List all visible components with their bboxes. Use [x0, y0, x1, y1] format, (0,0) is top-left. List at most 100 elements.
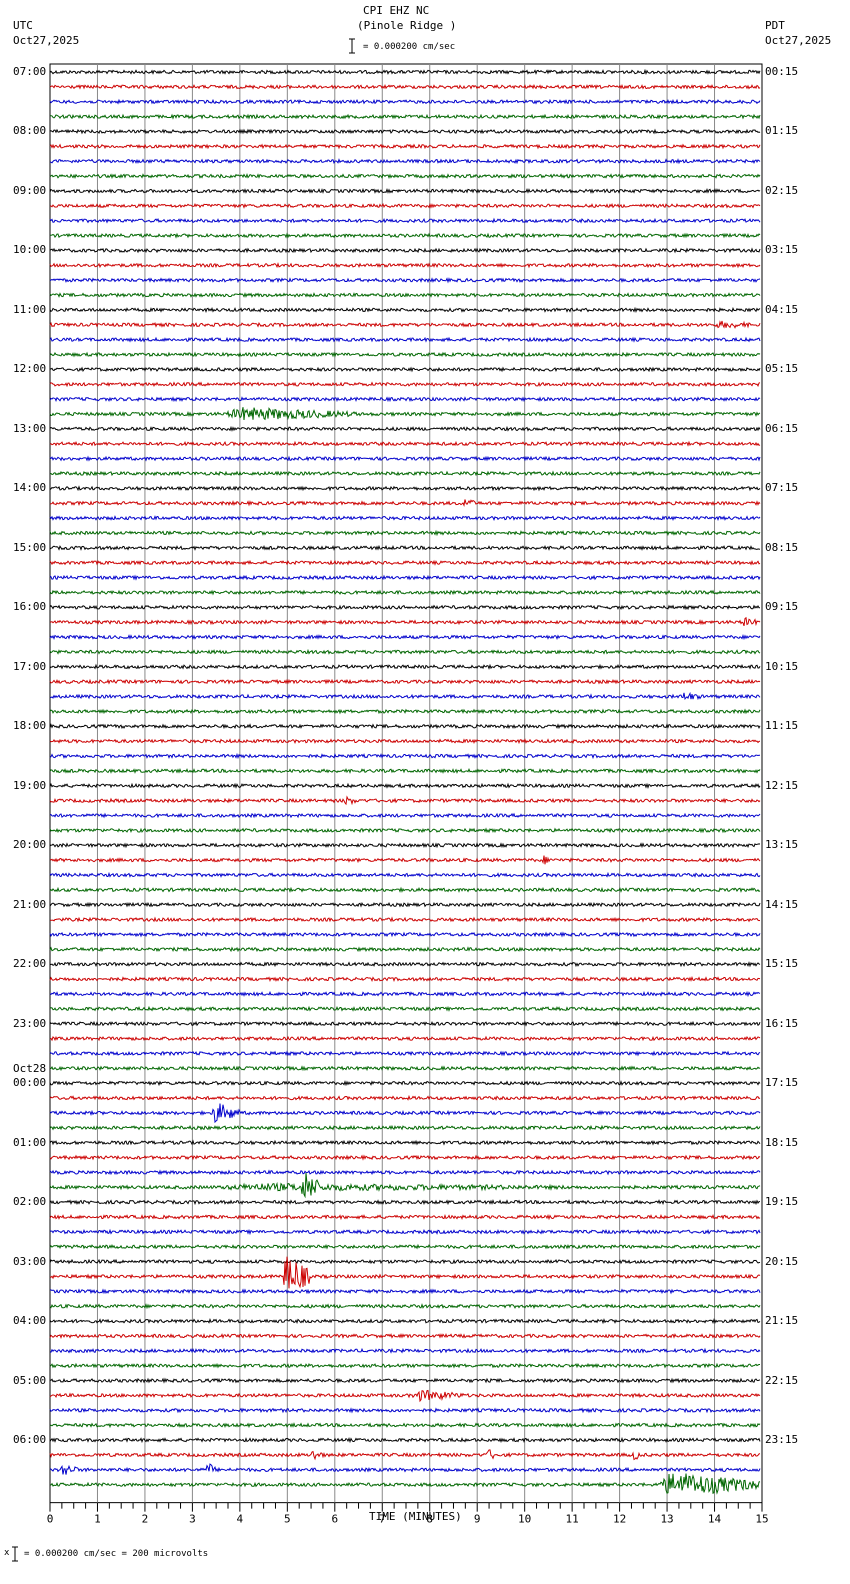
- x-tick-label: 3: [189, 1513, 196, 1526]
- seismic-trace: [49, 128, 761, 135]
- utc-hour-label: 03:00: [13, 1254, 47, 1268]
- seismic-trace: [49, 98, 761, 105]
- seismic-trace: [49, 559, 761, 566]
- seismic-trace: [49, 976, 761, 983]
- date-change-label: Oct28: [13, 1062, 47, 1076]
- seismic-trace: [49, 1139, 761, 1146]
- seismic-trace: [49, 1422, 761, 1429]
- pdt-hour-label: 17:15: [765, 1076, 799, 1090]
- utc-hour-label: 12:00: [13, 362, 47, 376]
- utc-hour-label: 14:00: [13, 481, 47, 495]
- seismogram-plot: 0 1 2 3 4 5 6 7 8 9 10 11 12 13 14 15: [12, 38, 769, 1562]
- x-tick-label: 12: [613, 1513, 626, 1526]
- utc-hour-label: 20:00: [13, 838, 47, 852]
- utc-hour-label: 09:00: [13, 183, 47, 197]
- pdt-hour-label: 06:15: [765, 421, 799, 435]
- x-tick-label: 5: [284, 1513, 291, 1526]
- seismic-trace: [49, 812, 761, 819]
- pdt-hour-label: 08:15: [765, 540, 799, 554]
- seismic-trace: [49, 306, 761, 314]
- seismic-trace: [49, 1005, 761, 1012]
- seismic-trace: [49, 574, 761, 581]
- seismic-trace: [49, 1094, 761, 1101]
- seismic-trace: [49, 485, 761, 492]
- pdt-hour-label: 20:15: [765, 1254, 799, 1268]
- seismic-trace: [49, 455, 761, 462]
- seismic-trace: [49, 827, 761, 834]
- utc-hour-label: 06:00: [13, 1433, 47, 1447]
- utc-hour-label: 18:00: [13, 719, 47, 733]
- seismic-trace: [49, 396, 761, 403]
- x-tick-label: 11: [566, 1513, 579, 1526]
- seismic-trace: [49, 1389, 761, 1403]
- seismic-trace: [49, 1154, 761, 1161]
- x-tick-label: 8: [426, 1513, 433, 1526]
- seismic-trace: [49, 691, 761, 701]
- seismic-trace: [50, 113, 761, 120]
- seismic-trace: [49, 1243, 761, 1250]
- pdt-hour-label: 01:15: [765, 124, 799, 138]
- pdt-hour-label: 13:15: [765, 838, 799, 852]
- seismic-trace: [49, 425, 761, 432]
- x-tick-label: 0: [47, 1513, 54, 1526]
- seismic-trace: [49, 1124, 761, 1131]
- seismic-trace: [49, 1303, 761, 1310]
- pdt-hour-label: 05:15: [765, 362, 799, 376]
- seismic-trace: [49, 407, 761, 421]
- seismic-trace: [49, 1362, 760, 1369]
- seismic-trace: [49, 855, 761, 865]
- seismic-trace: [49, 1463, 761, 1475]
- utc-hour-label: 04:00: [13, 1314, 47, 1328]
- utc-hour-label: 17:00: [13, 659, 47, 673]
- plot-frame: [49, 63, 763, 1504]
- seismic-trace: [49, 381, 761, 388]
- seismic-trace: [49, 158, 761, 165]
- pdt-hour-label: 16:15: [765, 1016, 799, 1030]
- seismic-trace: [49, 83, 761, 90]
- seismic-trace: [49, 529, 761, 537]
- seismic-trace: [49, 1199, 760, 1206]
- seismic-trace: [49, 1258, 761, 1265]
- seismic-trace: [49, 604, 760, 611]
- seismic-trace: [49, 589, 761, 596]
- seismic-trace: [49, 187, 761, 194]
- seismic-trace: [49, 901, 761, 908]
- seismic-trace: [49, 616, 761, 627]
- seismic-trace: [49, 723, 761, 730]
- seismic-trace: [49, 1169, 761, 1176]
- x-tick-label: 13: [660, 1513, 673, 1526]
- x-tick-label: 7: [379, 1513, 386, 1526]
- x-tick-label: 15: [755, 1513, 768, 1526]
- seismic-trace: [49, 738, 761, 745]
- seismic-trace: [49, 320, 761, 329]
- seismic-trace: [49, 143, 761, 150]
- pdt-hour-label: 02:15: [765, 183, 799, 197]
- x-tick-label: 14: [708, 1513, 722, 1526]
- x-tick-label: 1: [94, 1513, 101, 1526]
- x-tick-label: 9: [474, 1513, 481, 1526]
- utc-hour-label: 16:00: [13, 600, 47, 614]
- seismic-trace: [49, 663, 761, 670]
- helicorder-chart: CPI EHZ NC (Pinole Ridge ) UTC Oct27,202…: [0, 0, 850, 1584]
- utc-hour-label: 15:00: [13, 540, 47, 554]
- seismic-trace: [49, 440, 761, 447]
- pdt-hour-label: 12:15: [765, 778, 799, 792]
- seismic-trace: [49, 946, 761, 953]
- pdt-hour-label: 11:15: [765, 719, 799, 733]
- seismic-trace: [49, 886, 761, 893]
- seismic-trace: [49, 871, 761, 878]
- seismic-trace: [49, 634, 761, 641]
- seismic-trace: [49, 648, 761, 655]
- utc-hour-label: 23:00: [13, 1016, 47, 1030]
- seismic-trace: [49, 1317, 761, 1325]
- utc-hour-label: 11:00: [13, 302, 47, 316]
- seismic-trace: [49, 172, 761, 180]
- x-tick-label: 6: [331, 1513, 338, 1526]
- seismic-trace: [49, 1020, 761, 1027]
- seismic-trace: [49, 1407, 761, 1414]
- utc-hour-label: 00:00: [13, 1076, 47, 1090]
- seismic-trace: [49, 1436, 761, 1444]
- utc-hour-label: 13:00: [13, 421, 47, 435]
- seismic-trace: [49, 68, 761, 76]
- pdt-hour-label: 10:15: [765, 659, 799, 673]
